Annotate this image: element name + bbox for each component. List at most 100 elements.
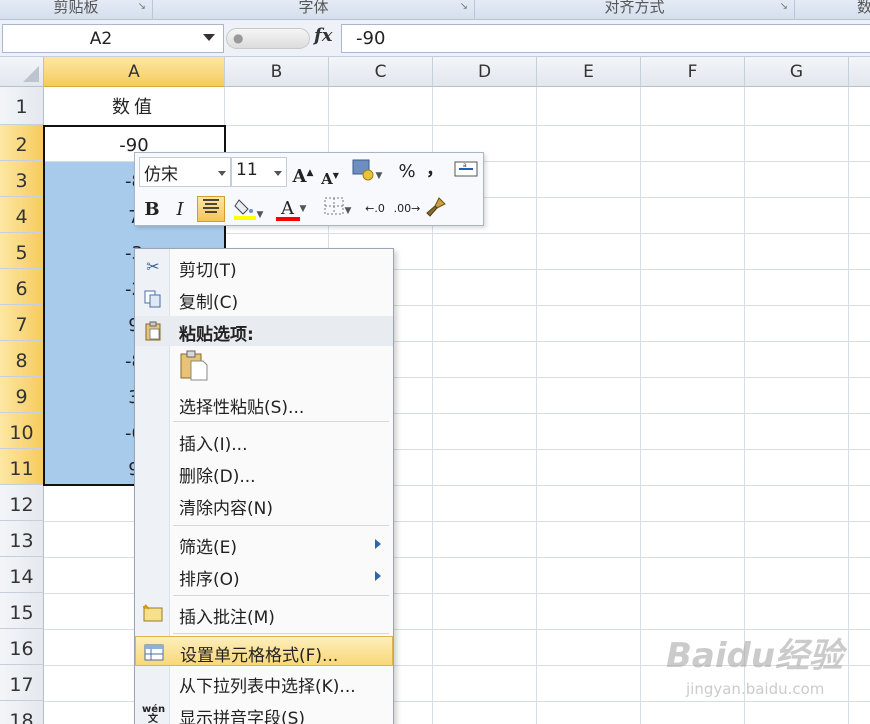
menu-item-copy[interactable]: 复制(C): [135, 284, 393, 314]
bold-button[interactable]: B: [141, 197, 163, 223]
row-header[interactable]: 3: [0, 161, 44, 197]
increase-decimal-button[interactable]: ←.0: [361, 196, 389, 222]
align-center-button[interactable]: [197, 196, 225, 222]
column-header-e[interactable]: E: [537, 57, 641, 87]
borders-button[interactable]: ▼: [317, 196, 357, 222]
row-header[interactable]: 10: [0, 413, 44, 449]
decrease-decimal-icon: .00→: [393, 202, 421, 215]
font-name-box[interactable]: 仿宋: [139, 157, 231, 187]
row-header[interactable]: 6: [0, 269, 44, 305]
menu-separator: [173, 525, 389, 526]
name-box[interactable]: A2: [2, 24, 224, 53]
watermark-url: jingyan.baidu.com: [686, 680, 825, 698]
column-header-a[interactable]: A: [44, 57, 225, 87]
font-color-button[interactable]: A ▼: [271, 196, 311, 222]
paintbrush-icon: [426, 197, 446, 217]
ribbon-group-number: 数: [795, 0, 870, 20]
menu-item-cut[interactable]: ✂ 剪切(T): [135, 252, 393, 282]
menu-item-insert-comment[interactable]: 插入批注(M): [135, 599, 393, 629]
column-header-h[interactable]: [849, 57, 870, 87]
menu-item-clear-contents[interactable]: 清除内容(N): [135, 490, 393, 520]
row-header[interactable]: 9: [0, 377, 44, 413]
row-header[interactable]: 2: [0, 125, 44, 161]
ribbon-group-font: 字体 ↘: [153, 0, 475, 20]
menu-item-label: 排序(O): [179, 570, 240, 590]
accounting-format-button[interactable]: ▼: [347, 159, 387, 185]
menu-item-label: 插入批注(M): [179, 608, 275, 628]
chevron-down-icon[interactable]: [274, 171, 282, 176]
menu-item-label: 设置单元格格式(F)...: [180, 646, 339, 666]
ribbon-group-label: 剪贴板: [53, 0, 99, 16]
row-header[interactable]: 12: [0, 485, 44, 521]
formula-bar: A2 ● fx -90: [0, 20, 870, 57]
ribbon-group-label: 对齐方式: [604, 0, 665, 16]
font-size-box[interactable]: 11: [231, 157, 287, 187]
dialog-launcher-icon[interactable]: ↘: [460, 0, 468, 14]
font-name-value: 仿宋: [144, 165, 178, 185]
column-header-b[interactable]: B: [225, 57, 329, 87]
context-menu: ✂ 剪切(T) 复制(C) 粘贴选项: 选择性粘贴(S)... 插入(I)...…: [134, 248, 394, 724]
increase-decimal-icon: ←.0: [365, 202, 385, 215]
row-header[interactable]: 11: [0, 449, 44, 485]
menu-item-pick-from-list[interactable]: 从下拉列表中选择(K)...: [135, 668, 393, 698]
menu-item-delete[interactable]: 删除(D)...: [135, 458, 393, 488]
insert-function-icon[interactable]: fx: [314, 25, 332, 46]
copy-icon: [142, 289, 164, 309]
fill-color-button[interactable]: ▼: [229, 196, 267, 222]
menu-item-show-phonetic[interactable]: wén 文 显示拼音字段(S): [135, 700, 393, 724]
row-header[interactable]: 5: [0, 233, 44, 269]
row-header[interactable]: 16: [0, 629, 44, 665]
ribbon-group-strip: 剪贴板 ↘ 字体 ↘ 对齐方式 ↘ 数: [0, 0, 870, 20]
chevron-down-icon[interactable]: [218, 171, 226, 176]
row-header[interactable]: 17: [0, 665, 44, 701]
row-header[interactable]: 14: [0, 557, 44, 593]
formula-splitter[interactable]: ●: [226, 28, 310, 49]
percent-style-button[interactable]: %: [395, 159, 419, 185]
column-header-c[interactable]: C: [329, 57, 433, 87]
submenu-arrow-icon: [375, 571, 381, 581]
phonetic-icon: wén 文: [142, 704, 166, 724]
menu-separator: [173, 421, 389, 422]
dialog-launcher-icon[interactable]: ↘: [780, 0, 788, 14]
row-header[interactable]: 15: [0, 593, 44, 629]
row-header[interactable]: 7: [0, 305, 44, 341]
watermark-brand: Baidu经验: [666, 636, 844, 676]
formula-input[interactable]: -90: [341, 24, 870, 53]
mini-toolbar: 仿宋 11 A▲ A▼ ▼ % ， a B I ▼ A ▼ ▼ ←.0 .00→: [134, 152, 484, 226]
row-header[interactable]: 1: [0, 87, 44, 125]
menu-item-label: 粘贴选项:: [179, 325, 254, 345]
menu-item-paste-special[interactable]: 选择性粘贴(S)...: [135, 389, 393, 419]
menu-item-format-cells[interactable]: 设置单元格格式(F)...: [135, 636, 393, 666]
menu-separator: [173, 633, 389, 634]
submenu-arrow-icon: [375, 539, 381, 549]
ribbon-group-label: 字体: [298, 0, 329, 16]
format-painter-button[interactable]: [423, 196, 449, 222]
chevron-down-icon[interactable]: [203, 34, 215, 41]
menu-item-sort[interactable]: 排序(O): [135, 561, 393, 591]
decrease-decimal-button[interactable]: .00→: [393, 196, 421, 222]
select-all-corner[interactable]: [0, 57, 44, 87]
menu-item-label: 筛选(E): [179, 538, 238, 558]
menu-item-insert[interactable]: 插入(I)...: [135, 426, 393, 456]
format-cells-icon: [143, 642, 165, 662]
merge-center-button[interactable]: a: [453, 159, 479, 185]
paste-option-button[interactable]: [179, 350, 211, 384]
row-header[interactable]: 13: [0, 521, 44, 557]
baidu-watermark: Baidu经验 jingyan.baidu.com: [666, 628, 844, 698]
column-header-f[interactable]: F: [641, 57, 745, 87]
menu-item-filter[interactable]: 筛选(E): [135, 529, 393, 559]
column-header-d[interactable]: D: [433, 57, 537, 87]
cell-a1[interactable]: 数值: [44, 93, 224, 119]
grow-font-button[interactable]: A▲: [291, 160, 315, 187]
comma-style-button[interactable]: ，: [425, 157, 445, 183]
dialog-launcher-icon[interactable]: ↘: [138, 0, 146, 14]
column-header-g[interactable]: G: [745, 57, 849, 87]
italic-button[interactable]: I: [169, 197, 191, 223]
row-header[interactable]: 4: [0, 197, 44, 233]
shrink-font-button[interactable]: A▼: [319, 162, 341, 188]
row-header[interactable]: 18: [0, 701, 44, 724]
row-header[interactable]: 8: [0, 341, 44, 377]
fill-bucket-icon: [233, 199, 256, 220]
menu-item-label: 剪切(T): [179, 261, 237, 281]
ribbon-group-alignment: 对齐方式 ↘: [475, 0, 795, 20]
